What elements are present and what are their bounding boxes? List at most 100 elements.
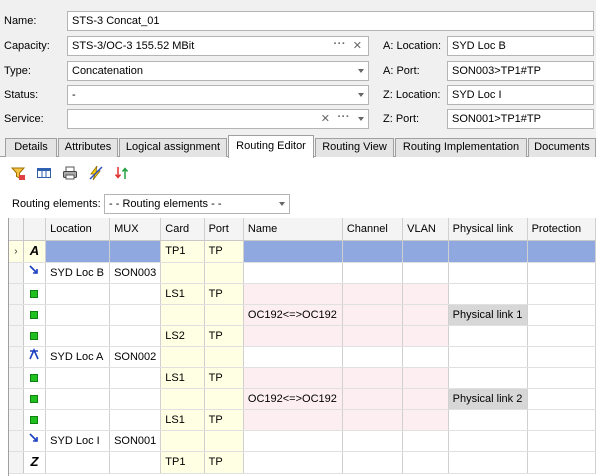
protection-cell[interactable]	[527, 304, 596, 326]
name-cell[interactable]	[243, 430, 343, 452]
tab-routing-implementation[interactable]: Routing Implementation	[395, 138, 527, 157]
a-port-field[interactable]: SON003>TP1#TP	[447, 61, 594, 81]
protection-cell[interactable]	[527, 283, 596, 305]
card-cell[interactable]: LS1	[160, 409, 205, 431]
column-header-channel[interactable]: Channel	[342, 218, 404, 241]
service-field[interactable]: ✕ ···	[67, 109, 369, 129]
vlan-cell[interactable]	[402, 451, 449, 474]
protection-cell[interactable]	[527, 367, 596, 389]
tab-logical-assignment[interactable]: Logical assignment	[119, 138, 227, 157]
physical-link-cell[interactable]	[448, 283, 528, 305]
vlan-cell[interactable]	[402, 367, 449, 389]
channel-cell[interactable]	[342, 451, 404, 474]
port-cell[interactable]: TP	[204, 240, 244, 263]
card-cell[interactable]: TP1	[160, 451, 205, 474]
protection-cell[interactable]	[527, 451, 596, 474]
name-cell[interactable]	[243, 283, 343, 305]
location-cell[interactable]	[45, 367, 111, 389]
protection-cell[interactable]	[527, 430, 596, 452]
mux-cell[interactable]: SON001	[109, 430, 162, 452]
row-header[interactable]: ›	[9, 240, 24, 263]
z-location-field[interactable]: SYD Loc I	[447, 85, 594, 105]
physical-link-cell[interactable]	[448, 430, 528, 452]
card-cell[interactable]	[160, 346, 205, 368]
mux-cell[interactable]	[109, 451, 162, 474]
mux-cell[interactable]	[109, 283, 162, 305]
card-cell[interactable]	[160, 430, 205, 452]
location-cell[interactable]: SYD Loc B	[45, 262, 111, 284]
port-cell[interactable]: TP	[204, 409, 244, 431]
card-cell[interactable]: TP1	[160, 240, 205, 263]
location-cell[interactable]: SYD Loc I	[45, 430, 111, 452]
routing-elements-select[interactable]: - - Routing elements - -	[104, 194, 290, 214]
mux-cell[interactable]: SON003	[109, 262, 162, 284]
column-header-protection[interactable]: Protection	[527, 218, 596, 241]
channel-cell[interactable]	[342, 262, 404, 284]
tab-routing-view[interactable]: Routing View	[315, 138, 394, 157]
mux-cell[interactable]: SON002	[109, 346, 162, 368]
physical-link-cell[interactable]	[448, 325, 528, 347]
channel-cell[interactable]	[342, 346, 404, 368]
physical-link-cell[interactable]	[448, 451, 528, 474]
table-row[interactable]: Z TP1 TP	[9, 451, 596, 474]
mux-cell[interactable]	[109, 240, 162, 263]
card-cell[interactable]: LS2	[160, 325, 205, 347]
table-row[interactable]: SYD Loc A SON002	[9, 346, 596, 368]
column-header-card[interactable]: Card	[160, 218, 205, 241]
clear-icon[interactable]: ✕	[321, 112, 330, 126]
table-row[interactable]: LS1 TP	[9, 367, 596, 389]
capacity-field[interactable]: STS-3/OC-3 155.52 MBit ··· ✕	[67, 36, 369, 56]
physical-link-cell[interactable]	[448, 262, 528, 284]
card-cell[interactable]: LS1	[160, 367, 205, 389]
location-cell[interactable]	[45, 388, 111, 410]
name-cell[interactable]: OC192<=>OC192	[243, 388, 343, 410]
table-row[interactable]: OC192<=>OC192 Physical link 1	[9, 304, 596, 326]
port-cell[interactable]	[204, 346, 244, 368]
column-header-physical-link[interactable]: Physical link	[448, 218, 528, 241]
port-cell[interactable]	[204, 388, 244, 410]
protection-cell[interactable]	[527, 325, 596, 347]
protection-cell[interactable]	[527, 409, 596, 431]
status-select[interactable]: -	[67, 85, 369, 105]
table-row[interactable]: › A TP1 TP	[9, 240, 596, 263]
table-row[interactable]: LS2 TP	[9, 325, 596, 347]
channel-cell[interactable]	[342, 283, 404, 305]
vlan-cell[interactable]	[402, 325, 449, 347]
row-header[interactable]	[9, 367, 24, 389]
location-cell[interactable]	[45, 451, 111, 474]
location-cell[interactable]	[45, 283, 111, 305]
physical-link-cell[interactable]: Physical link 1	[448, 304, 528, 326]
more-icon[interactable]: ···	[338, 110, 351, 124]
channel-cell[interactable]	[342, 388, 404, 410]
port-cell[interactable]	[204, 262, 244, 284]
card-cell[interactable]	[160, 304, 205, 326]
row-header[interactable]	[9, 283, 24, 305]
port-cell[interactable]	[204, 430, 244, 452]
columns-icon[interactable]	[34, 163, 54, 183]
row-header[interactable]	[9, 409, 24, 431]
row-header[interactable]	[9, 304, 24, 326]
table-row[interactable]: LS1 TP	[9, 283, 596, 305]
vlan-cell[interactable]	[402, 430, 449, 452]
channel-cell[interactable]	[342, 325, 404, 347]
port-cell[interactable]: TP	[204, 451, 244, 474]
channel-cell[interactable]	[342, 409, 404, 431]
name-cell[interactable]	[243, 367, 343, 389]
chevron-down-icon[interactable]	[358, 117, 364, 121]
protection-cell[interactable]	[527, 388, 596, 410]
tab-details[interactable]: Details	[5, 138, 57, 157]
protection-cell[interactable]	[527, 240, 596, 263]
physical-link-cell[interactable]	[448, 409, 528, 431]
name-cell[interactable]	[243, 325, 343, 347]
z-port-field[interactable]: SON001>TP1#TP	[447, 109, 594, 129]
vlan-cell[interactable]	[402, 283, 449, 305]
more-icon[interactable]: ···	[334, 37, 347, 51]
clear-icon[interactable]: ✕	[353, 39, 362, 53]
port-cell[interactable]: TP	[204, 283, 244, 305]
location-cell[interactable]	[45, 409, 111, 431]
sort-icon[interactable]	[112, 163, 132, 183]
channel-cell[interactable]	[342, 430, 404, 452]
location-cell[interactable]: SYD Loc A	[45, 346, 111, 368]
mux-cell[interactable]	[109, 409, 162, 431]
port-cell[interactable]: TP	[204, 367, 244, 389]
